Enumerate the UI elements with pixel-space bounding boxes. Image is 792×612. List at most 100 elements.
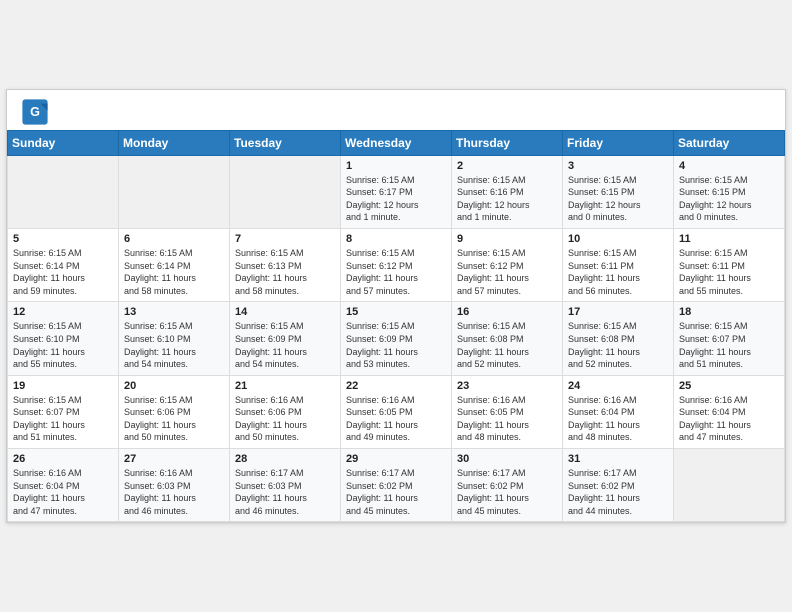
day-number: 30: [457, 453, 557, 465]
day-info: Sunrise: 6:15 AM Sunset: 6:08 PM Dayligh…: [457, 320, 557, 370]
day-info: Sunrise: 6:15 AM Sunset: 6:12 PM Dayligh…: [346, 247, 446, 297]
weekday-header-tuesday: Tuesday: [230, 130, 341, 155]
calendar-cell: [674, 449, 785, 522]
day-number: 12: [13, 306, 113, 318]
calendar-cell: 31 Sunrise: 6:17 AM Sunset: 6:02 PM Dayli…: [563, 449, 674, 522]
day-info: Sunrise: 6:15 AM Sunset: 6:11 PM Dayligh…: [679, 247, 779, 297]
header: G: [7, 90, 785, 130]
day-number: 29: [346, 453, 446, 465]
calendar-cell: 7 Sunrise: 6:15 AM Sunset: 6:13 PM Daylig…: [230, 228, 341, 301]
calendar-cell: 11 Sunrise: 6:15 AM Sunset: 6:11 PM Dayli…: [674, 228, 785, 301]
day-number: 5: [13, 233, 113, 245]
day-info: Sunrise: 6:15 AM Sunset: 6:15 PM Dayligh…: [679, 174, 779, 224]
calendar-cell: 27Sunrise: 6:16 AM Sunset: 6:03 PM Dayli…: [119, 449, 230, 522]
weekday-header-monday: Monday: [119, 130, 230, 155]
weekday-header-friday: Friday: [563, 130, 674, 155]
day-info: Sunrise: 6:15 AM Sunset: 6:07 PM Dayligh…: [13, 394, 113, 444]
calendar-cell: [119, 155, 230, 228]
day-number: 26: [13, 453, 113, 465]
day-info: Sunrise: 6:16 AM Sunset: 6:04 PM Dayligh…: [679, 394, 779, 444]
day-info: Sunrise: 6:15 AM Sunset: 6:09 PM Dayligh…: [346, 320, 446, 370]
day-number: 18: [679, 306, 779, 318]
logo: G: [21, 98, 51, 126]
calendar-cell: 29Sunrise: 6:17 AM Sunset: 6:02 PM Dayli…: [341, 449, 452, 522]
day-info: Sunrise: 6:17 AM Sunset: 6:02 PM Dayligh…: [457, 467, 557, 517]
day-number: 9: [457, 233, 557, 245]
weekday-header-wednesday: Wednesday: [341, 130, 452, 155]
day-info: Sunrise: 6:15 AM Sunset: 6:11 PM Dayligh…: [568, 247, 668, 297]
day-number: 20: [124, 380, 224, 392]
calendar-cell: 14 Sunrise: 6:15 AM Sunset: 6:09 PM Dayli…: [230, 302, 341, 375]
day-info: Sunrise: 6:16 AM Sunset: 6:06 PM Dayligh…: [235, 394, 335, 444]
day-info: Sunrise: 6:16 AM Sunset: 6:05 PM Dayligh…: [457, 394, 557, 444]
weekday-header-sunday: Sunday: [8, 130, 119, 155]
week-row-0: 1 Sunrise: 6:15 AM Sunset: 6:17 PM Daylig…: [8, 155, 785, 228]
day-info: Sunrise: 6:17 AM Sunset: 6:02 PM Dayligh…: [568, 467, 668, 517]
day-info: Sunrise: 6:15 AM Sunset: 6:13 PM Dayligh…: [235, 247, 335, 297]
day-info: Sunrise: 6:15 AM Sunset: 6:06 PM Dayligh…: [124, 394, 224, 444]
day-info: Sunrise: 6:16 AM Sunset: 6:04 PM Dayligh…: [13, 467, 113, 517]
calendar-cell: [8, 155, 119, 228]
day-number: 1: [346, 160, 446, 172]
day-number: 31: [568, 453, 668, 465]
day-info: Sunrise: 6:15 AM Sunset: 6:08 PM Dayligh…: [568, 320, 668, 370]
day-number: 16: [457, 306, 557, 318]
weekday-header-saturday: Saturday: [674, 130, 785, 155]
week-row-2: 12 Sunrise: 6:15 AM Sunset: 6:10 PM Dayli…: [8, 302, 785, 375]
day-number: 22: [346, 380, 446, 392]
svg-text:G: G: [30, 105, 40, 119]
day-info: Sunrise: 6:15 AM Sunset: 6:16 PM Dayligh…: [457, 174, 557, 224]
day-number: 24: [568, 380, 668, 392]
calendar-cell: 30 Sunrise: 6:17 AM Sunset: 6:02 PM Dayli…: [452, 449, 563, 522]
calendar-cell: 12 Sunrise: 6:15 AM Sunset: 6:10 PM Dayli…: [8, 302, 119, 375]
day-info: Sunrise: 6:15 AM Sunset: 6:09 PM Dayligh…: [235, 320, 335, 370]
day-info: Sunrise: 6:15 AM Sunset: 6:12 PM Dayligh…: [457, 247, 557, 297]
day-number: 6: [124, 233, 224, 245]
calendar-cell: 23 Sunrise: 6:16 AM Sunset: 6:05 PM Dayli…: [452, 375, 563, 448]
day-number: 7: [235, 233, 335, 245]
day-number: 19: [13, 380, 113, 392]
calendar-cell: [230, 155, 341, 228]
day-info: Sunrise: 6:15 AM Sunset: 6:07 PM Dayligh…: [679, 320, 779, 370]
calendar-cell: 4 Sunrise: 6:15 AM Sunset: 6:15 PM Daylig…: [674, 155, 785, 228]
day-info: Sunrise: 6:16 AM Sunset: 6:04 PM Dayligh…: [568, 394, 668, 444]
calendar-cell: 25Sunrise: 6:16 AM Sunset: 6:04 PM Dayli…: [674, 375, 785, 448]
weekday-header-thursday: Thursday: [452, 130, 563, 155]
day-number: 13: [124, 306, 224, 318]
calendar-cell: 6 Sunrise: 6:15 AM Sunset: 6:14 PM Daylig…: [119, 228, 230, 301]
day-info: Sunrise: 6:16 AM Sunset: 6:05 PM Dayligh…: [346, 394, 446, 444]
calendar-cell: 3Sunrise: 6:15 AM Sunset: 6:15 PM Daylig…: [563, 155, 674, 228]
logo-icon: G: [21, 98, 49, 126]
day-info: Sunrise: 6:15 AM Sunset: 6:10 PM Dayligh…: [13, 320, 113, 370]
calendar-cell: 5Sunrise: 6:15 AM Sunset: 6:14 PM Daylig…: [8, 228, 119, 301]
calendar-cell: 17 Sunrise: 6:15 AM Sunset: 6:08 PM Dayli…: [563, 302, 674, 375]
week-row-1: 5 Sunrise: 6:15 AM Sunset: 6:14 PM Daylig…: [8, 228, 785, 301]
day-number: 14: [235, 306, 335, 318]
day-info: Sunrise: 6:15 AM Sunset: 6:15 PM Dayligh…: [568, 174, 668, 224]
week-row-4: 26 Sunrise: 6:16 AM Sunset: 6:04 PM Dayli…: [8, 449, 785, 522]
day-info: Sunrise: 6:15 AM Sunset: 6:17 PM Dayligh…: [346, 174, 446, 224]
calendar-cell: 21 Sunrise: 6:16 AM Sunset: 6:06 PM Dayli…: [230, 375, 341, 448]
calendar-cell: 8Sunrise: 6:15 AM Sunset: 6:12 PM Daylig…: [341, 228, 452, 301]
day-number: 17: [568, 306, 668, 318]
calendar-cell: 20 Sunrise: 6:15 AM Sunset: 6:06 PM Dayli…: [119, 375, 230, 448]
calendar-cell: 18 Sunrise: 6:15 AM Sunset: 6:07 PM Dayli…: [674, 302, 785, 375]
calendar-cell: 15Sunrise: 6:15 AM Sunset: 6:09 PM Dayli…: [341, 302, 452, 375]
day-number: 28: [235, 453, 335, 465]
day-info: Sunrise: 6:15 AM Sunset: 6:14 PM Dayligh…: [124, 247, 224, 297]
day-info: Sunrise: 6:15 AM Sunset: 6:10 PM Dayligh…: [124, 320, 224, 370]
calendar-cell: 24 Sunrise: 6:16 AM Sunset: 6:04 PM Dayli…: [563, 375, 674, 448]
calendar-cell: 1 Sunrise: 6:15 AM Sunset: 6:17 PM Daylig…: [341, 155, 452, 228]
day-number: 21: [235, 380, 335, 392]
day-number: 4: [679, 160, 779, 172]
day-number: 23: [457, 380, 557, 392]
day-number: 2: [457, 160, 557, 172]
week-row-3: 19 Sunrise: 6:15 AM Sunset: 6:07 PM Dayli…: [8, 375, 785, 448]
day-number: 11: [679, 233, 779, 245]
day-info: Sunrise: 6:16 AM Sunset: 6:03 PM Dayligh…: [124, 467, 224, 517]
day-info: Sunrise: 6:17 AM Sunset: 6:03 PM Dayligh…: [235, 467, 335, 517]
calendar-cell: 19 Sunrise: 6:15 AM Sunset: 6:07 PM Dayli…: [8, 375, 119, 448]
calendar-cell: 26 Sunrise: 6:16 AM Sunset: 6:04 PM Dayli…: [8, 449, 119, 522]
calendar-cell: 16 Sunrise: 6:15 AM Sunset: 6:08 PM Dayli…: [452, 302, 563, 375]
calendar-cell: 28 Sunrise: 6:17 AM Sunset: 6:03 PM Dayli…: [230, 449, 341, 522]
